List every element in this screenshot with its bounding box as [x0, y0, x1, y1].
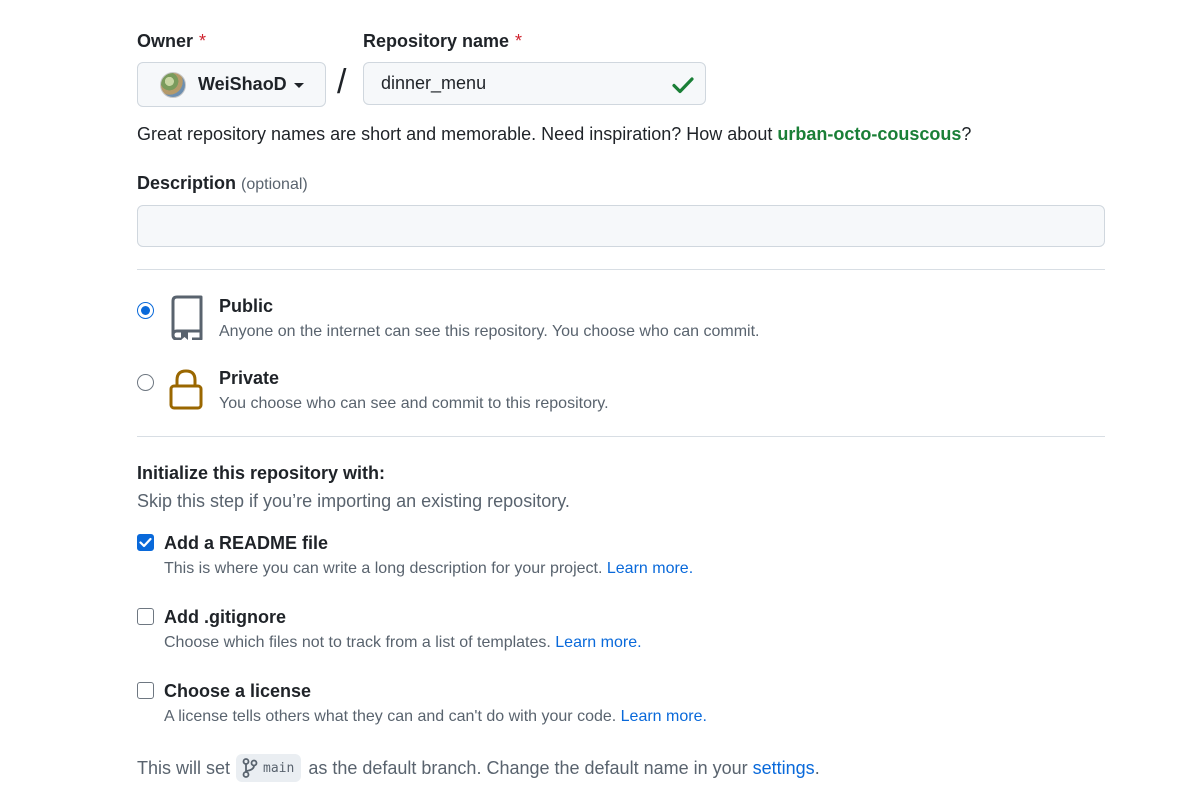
private-title: Private — [219, 368, 280, 388]
branch-note-prefix: This will set — [137, 757, 231, 778]
gitignore-learn-more-link[interactable]: Learn more. — [555, 634, 641, 651]
license-checkbox[interactable] — [137, 682, 154, 699]
required-mark: * — [199, 31, 207, 51]
branch-name: main — [263, 760, 295, 776]
private-description: You choose who can see and commit to thi… — [219, 395, 609, 412]
repo-name-label-text: Repository name — [363, 31, 510, 51]
owner-label-text: Owner — [137, 31, 194, 51]
branch-note-middle: as the default branch. Change the defaul… — [308, 757, 748, 778]
description-label-text: Description — [137, 173, 237, 193]
readme-title: Add a README file — [164, 533, 329, 553]
checkmark-icon — [139, 537, 152, 548]
owner-repo-separator: / — [337, 63, 347, 101]
optional-tag: (optional) — [241, 176, 308, 193]
divider — [137, 269, 1105, 270]
gitignore-title: Add .gitignore — [164, 607, 286, 627]
repo-icon — [171, 295, 203, 340]
gitignore-description-text: Choose which files not to track from a l… — [164, 634, 551, 651]
hint-suffix: ? — [961, 124, 972, 144]
public-description: Anyone on the internet can see this repo… — [219, 323, 760, 340]
readme-description-text: This is where you can write a long descr… — [164, 560, 603, 577]
check-icon — [672, 77, 694, 94]
divider — [137, 436, 1105, 437]
name-suggestion-link[interactable]: urban-octo-couscous — [777, 124, 961, 144]
license-description-text: A license tells others what they can and… — [164, 708, 617, 725]
owner-label: Owner * — [137, 31, 206, 52]
branch-chip: main — [236, 754, 302, 782]
readme-description: This is where you can write a long descr… — [164, 560, 693, 578]
repo-name-label: Repository name * — [363, 31, 522, 52]
owner-select-button[interactable]: WeiShaoD — [137, 62, 326, 107]
public-title: Public — [219, 296, 274, 316]
git-branch-icon — [242, 758, 258, 778]
owner-name: WeiShaoD — [198, 74, 287, 94]
avatar — [160, 71, 186, 98]
repo-name-input[interactable] — [363, 62, 706, 105]
lock-icon — [169, 369, 203, 410]
readme-checkbox[interactable] — [137, 534, 154, 551]
initialize-subtitle: Skip this step if you’re importing an ex… — [137, 491, 570, 511]
initialize-heading: Initialize this repository with: — [137, 463, 386, 483]
description-input[interactable] — [137, 205, 1105, 247]
gitignore-checkbox[interactable] — [137, 608, 154, 625]
hint-text: Great repository names are short and mem… — [137, 124, 778, 144]
license-title: Choose a license — [164, 681, 312, 701]
description-label: Description (optional) — [137, 173, 308, 194]
public-radio[interactable] — [137, 302, 154, 319]
readme-learn-more-link[interactable]: Learn more. — [607, 560, 693, 577]
caret-down-icon — [293, 83, 304, 88]
branch-note-suffix: . — [814, 757, 820, 778]
required-mark: * — [515, 31, 523, 51]
gitignore-description: Choose which files not to track from a l… — [164, 634, 642, 652]
settings-link[interactable]: settings — [753, 758, 815, 779]
private-radio[interactable] — [137, 374, 154, 391]
default-branch-note: This will set main as the default branch… — [137, 754, 820, 782]
license-learn-more-link[interactable]: Learn more. — [621, 708, 707, 725]
repo-name-hint: Great repository names are short and mem… — [137, 124, 971, 145]
license-description: A license tells others what they can and… — [164, 708, 707, 726]
